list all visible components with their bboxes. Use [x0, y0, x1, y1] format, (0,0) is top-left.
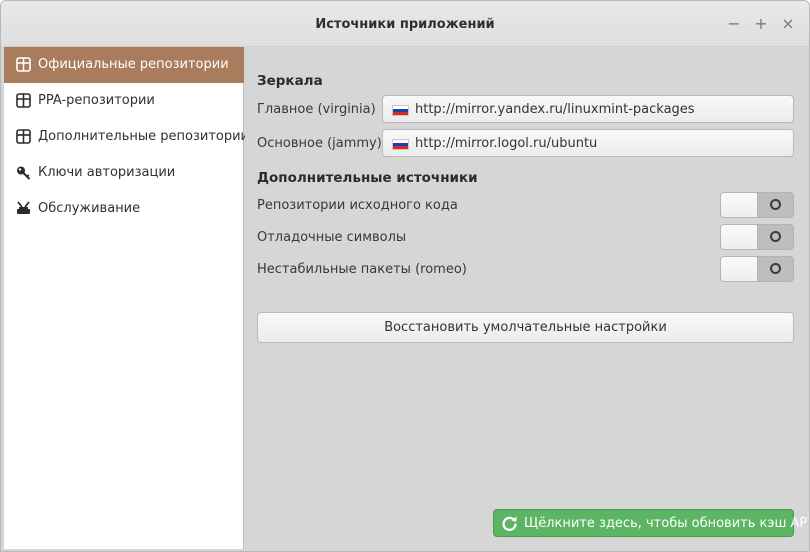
sidebar-item-additional-repositories[interactable]: Дополнительные репозитории [4, 119, 249, 155]
main-content: Зеркала Главное (virginia) http://mirror… [245, 47, 809, 551]
main-mirror-label: Главное (virginia) [257, 102, 376, 117]
additional-sources-heading: Дополнительные источники [257, 170, 478, 186]
russia-flag-icon [392, 105, 409, 116]
sidebar: Официальные репозитории PPA-репозитории … [4, 47, 249, 549]
russia-flag-icon [392, 139, 409, 150]
source-code-toggle[interactable] [720, 192, 794, 218]
toggle-off-icon [770, 231, 781, 242]
sidebar-item-label: PPA-репозитории [38, 93, 155, 108]
debug-symbols-label: Отладочные символы [257, 230, 407, 245]
sidebar-item-official-repositories[interactable]: Официальные репозитории [4, 47, 244, 83]
toggle-knob [721, 257, 758, 281]
source-code-label: Репозитории исходного кода [257, 198, 458, 213]
close-button[interactable]: × [779, 15, 797, 33]
unstable-packages-label: Нестабильные пакеты (romeo) [257, 262, 467, 277]
sidebar-item-authentication-keys[interactable]: Ключи авторизации [4, 155, 244, 191]
update-apt-cache-label: Щёлкните здесь, чтобы обновить кэш APT [524, 516, 810, 531]
refresh-icon [502, 516, 517, 531]
debug-symbols-toggle[interactable] [720, 224, 794, 250]
toggle-off-icon [770, 263, 781, 274]
tools-icon [17, 201, 30, 214]
mirrors-heading: Зеркала [257, 73, 323, 89]
sidebar-item-maintenance[interactable]: Обслуживание [4, 191, 244, 227]
window-title: Источники приложений [315, 17, 495, 32]
package-icon [16, 93, 31, 108]
restore-defaults-button[interactable]: Восстановить умолчательные настройки [257, 312, 794, 343]
toggle-knob [721, 225, 758, 249]
app-window: Источники приложений − + × Официальные р… [0, 0, 810, 552]
maximize-button[interactable]: + [752, 15, 770, 33]
key-icon [17, 166, 31, 180]
main-mirror-url: http://mirror.yandex.ru/linuxmint-packag… [415, 102, 695, 117]
sidebar-item-label: Официальные репозитории [38, 57, 229, 72]
base-mirror-button[interactable]: http://mirror.logol.ru/ubuntu [382, 129, 794, 157]
titlebar: Источники приложений − + × [1, 1, 809, 47]
sidebar-item-label: Ключи авторизации [38, 165, 176, 180]
base-mirror-url: http://mirror.logol.ru/ubuntu [415, 136, 598, 151]
sidebar-item-label: Дополнительные репозитории [38, 129, 249, 144]
unstable-packages-toggle[interactable] [720, 256, 794, 282]
base-mirror-label: Основное (jammy) [257, 136, 382, 151]
sidebar-item-ppa[interactable]: PPA-репозитории [4, 83, 244, 119]
minimize-button[interactable]: − [725, 15, 743, 33]
toggle-knob [721, 193, 758, 217]
package-icon [16, 57, 31, 72]
update-apt-cache-button[interactable]: Щёлкните здесь, чтобы обновить кэш APT [493, 509, 809, 537]
sidebar-item-label: Обслуживание [38, 201, 141, 216]
main-mirror-button[interactable]: http://mirror.yandex.ru/linuxmint-packag… [382, 95, 794, 123]
toggle-off-icon [770, 199, 781, 210]
package-icon [16, 129, 31, 144]
